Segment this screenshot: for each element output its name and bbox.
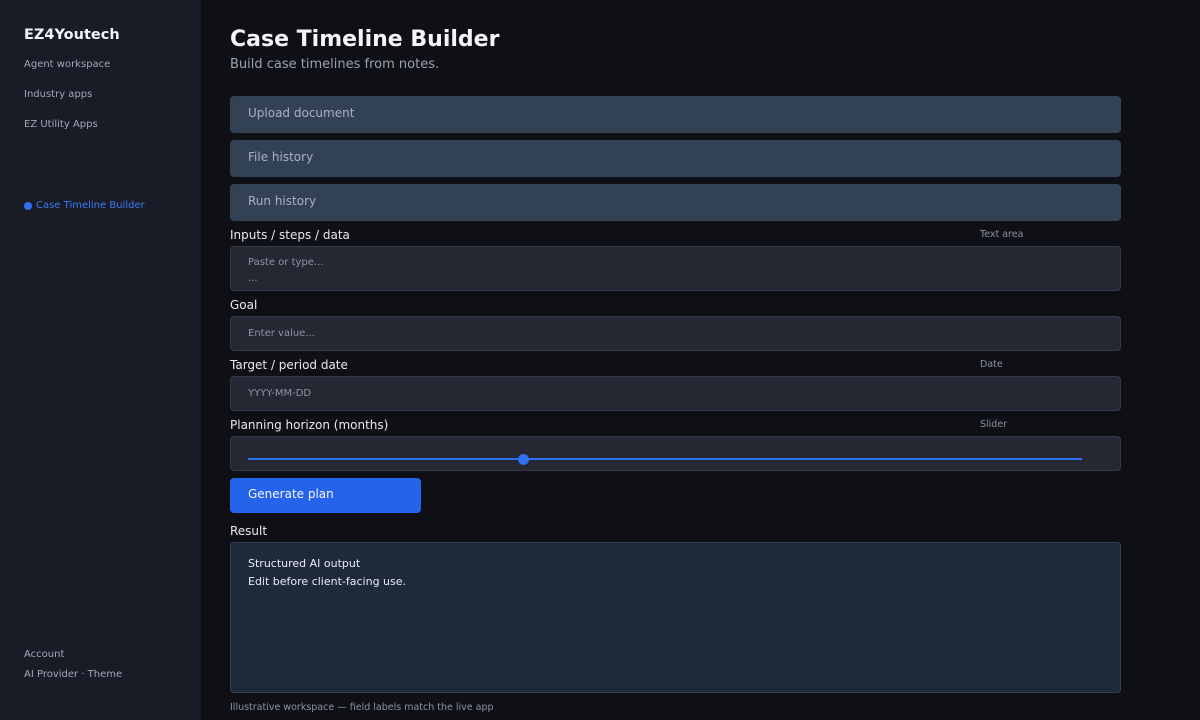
target-date-field-box <box>230 376 1121 411</box>
brand-name: EZ4Youtech <box>24 27 120 43</box>
inputs-textarea[interactable] <box>231 247 1120 290</box>
result-panel[interactable]: Structured AI output Edit before client-… <box>230 542 1121 693</box>
inputs-hint: Text area <box>980 229 1024 240</box>
result-label: Result <box>230 524 268 538</box>
slider-thumb[interactable] <box>517 454 529 465</box>
file-history-bar[interactable]: File history <box>230 140 1121 177</box>
account-link[interactable]: Account <box>24 649 64 660</box>
run-history-bar[interactable]: Run history <box>230 184 1121 221</box>
target-date-hint: Date <box>980 359 1003 370</box>
nav-agent-workspace[interactable]: Agent workspace <box>24 59 110 70</box>
sidebar: EZ4Youtech Agent workspace Industry apps… <box>0 0 201 720</box>
active-dot-icon <box>24 201 32 210</box>
inputs-field-box <box>230 246 1121 291</box>
target-date-input[interactable] <box>231 377 1120 410</box>
slider-track[interactable] <box>248 458 1082 460</box>
upload-document-bar[interactable]: Upload document <box>230 96 1121 133</box>
result-line-2: Edit before client-facing use. <box>248 575 407 588</box>
goal-field-box <box>230 316 1121 351</box>
nav-active-app-label: Case Timeline Builder <box>36 200 145 211</box>
nav-ez-utility-apps[interactable]: EZ Utility Apps <box>24 119 98 130</box>
inputs-label: Inputs / steps / data <box>230 228 350 242</box>
horizon-hint: Slider <box>980 419 1008 430</box>
goal-label: Goal <box>230 298 258 312</box>
target-date-label: Target / period date <box>230 358 348 372</box>
provider-theme-link[interactable]: AI Provider · Theme <box>24 669 122 680</box>
page-subtitle: Build case timelines from notes. <box>230 57 440 72</box>
result-line-1: Structured AI output <box>248 557 361 570</box>
nav-active-app[interactable]: Case Timeline Builder <box>24 200 145 211</box>
horizon-label: Planning horizon (months) <box>230 418 389 432</box>
horizon-slider[interactable] <box>230 436 1121 471</box>
generate-plan-button[interactable]: Generate plan <box>230 478 421 513</box>
page-title: Case Timeline Builder <box>230 27 500 52</box>
nav-industry-apps[interactable]: Industry apps <box>24 89 92 100</box>
goal-input[interactable] <box>231 317 1120 350</box>
footnote: Illustrative workspace — field labels ma… <box>230 702 494 713</box>
